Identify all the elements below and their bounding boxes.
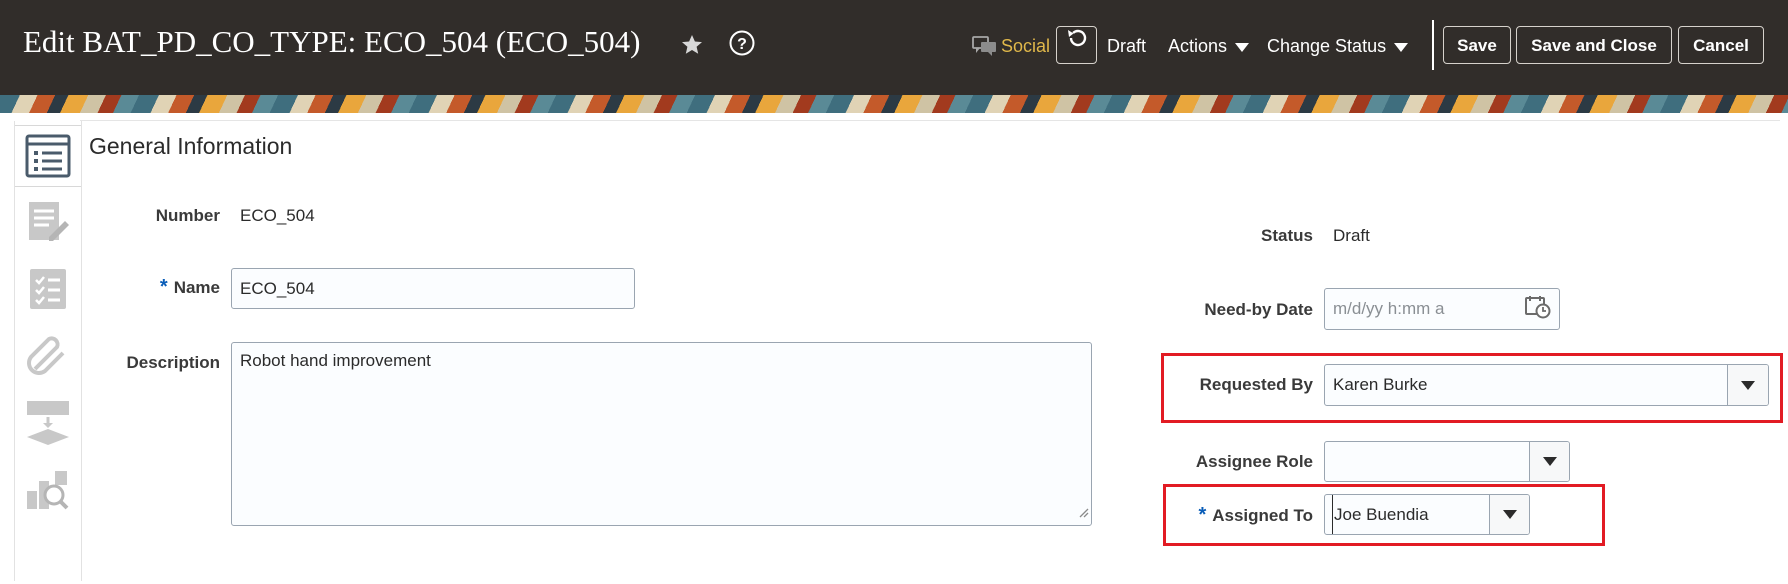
description-value: Robot hand improvement [240,351,431,370]
chevron-down-icon [1394,42,1409,52]
page-title: Edit BAT_PD_CO_TYPE: ECO_504 (ECO_504) [23,24,641,59]
social-link[interactable]: Social [1001,36,1050,57]
required-marker: * [159,276,168,298]
description-textarea[interactable]: Robot hand improvement [231,342,1092,526]
change-status-menu[interactable]: Change Status [1267,36,1409,57]
refresh-button[interactable] [1056,26,1097,64]
social-icon[interactable] [972,36,998,58]
name-label: Name [173,278,220,297]
status-field-label: Status [1261,226,1313,245]
chevron-down-icon [1542,457,1557,466]
assigned-to-label: Assigned To [1212,506,1313,525]
checklist-icon[interactable] [15,259,81,319]
workflow-icon[interactable] [15,393,81,453]
chevron-down-icon [1741,380,1755,390]
assignee-role-dropdown-button[interactable] [1529,442,1569,481]
assignee-role-label: Assignee Role [1195,452,1313,471]
section-divider [80,120,1780,121]
section-title: General Information [89,133,293,159]
actions-menu[interactable]: Actions [1168,36,1250,57]
star-icon[interactable] [680,33,704,57]
requested-by-select[interactable]: Karen Burke [1324,364,1769,406]
requested-by-label: Requested By [1199,375,1313,394]
change-status-label: Change Status [1267,36,1387,56]
status-field-value: Draft [1333,226,1370,245]
svg-text:?: ? [737,36,747,53]
attachment-icon[interactable] [15,326,81,386]
cancel-button[interactable]: Cancel [1678,26,1764,64]
requested-by-dropdown-button[interactable] [1727,365,1768,405]
number-value: ECO_504 [240,206,315,225]
chevron-down-icon [1502,510,1517,519]
assigned-to-label-group: * Assigned To [1160,504,1313,527]
assigned-to-value: Joe Buendia [1332,495,1489,534]
assigned-to-select[interactable]: Joe Buendia [1324,494,1530,535]
save-button[interactable]: Save [1443,26,1511,64]
assignee-role-value [1325,442,1529,481]
name-label-group: * Name [100,276,220,299]
side-navigation [14,121,82,581]
required-marker: * [1198,504,1207,526]
chevron-down-icon [1235,42,1250,52]
refresh-icon [1065,26,1089,64]
number-label: Number [155,206,220,225]
need-by-date-field[interactable]: m/d/yy h:mm a [1324,288,1560,330]
resize-handle-icon[interactable] [1077,503,1089,523]
help-circle-icon[interactable]: ? [729,30,755,56]
need-by-date-label: Need-by Date [1204,300,1313,319]
calendar-icon[interactable] [1525,295,1551,324]
general-information-icon[interactable] [15,125,81,187]
actions-label: Actions [1168,36,1228,56]
status-label: Draft [1107,36,1147,56]
assigned-to-dropdown-button[interactable] [1489,495,1529,534]
description-label: Description [126,353,220,372]
save-and-close-button[interactable]: Save and Close [1516,26,1672,64]
assignee-role-select[interactable] [1324,441,1570,482]
edit-document-icon[interactable] [15,192,81,252]
requested-by-value: Karen Burke [1333,375,1428,394]
need-by-date-placeholder: m/d/yy h:mm a [1333,299,1445,318]
search-analysis-icon[interactable] [15,460,81,520]
name-input[interactable] [231,268,635,309]
header-divider [1432,20,1434,70]
decorative-banner [0,95,1788,113]
